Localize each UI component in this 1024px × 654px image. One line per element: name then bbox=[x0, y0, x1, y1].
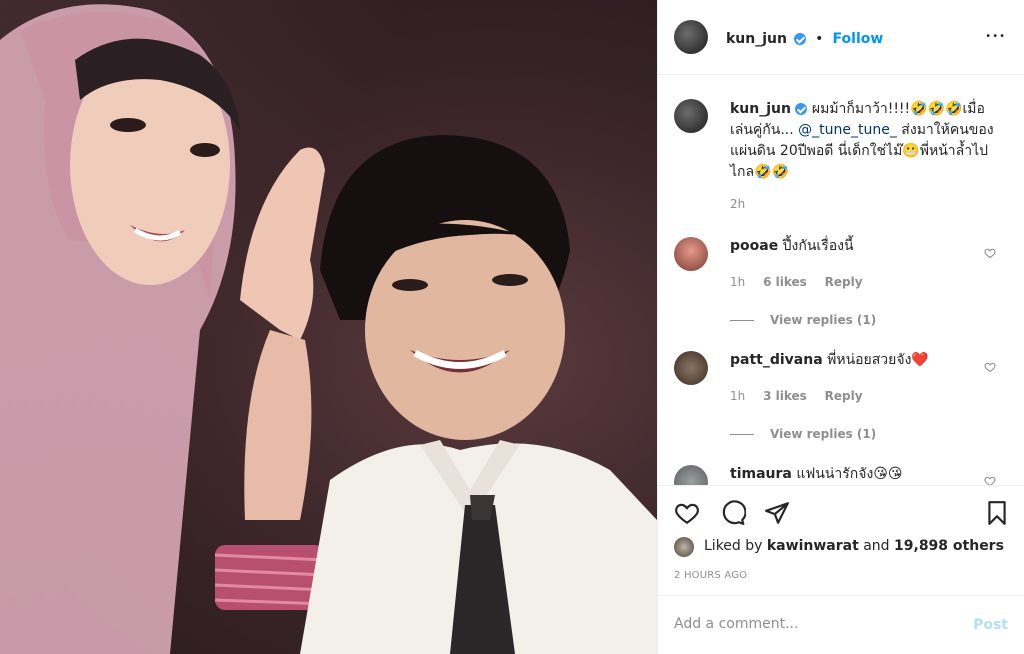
commenter-username[interactable]: timaura bbox=[730, 466, 792, 482]
caption-mention[interactable]: @_tune_tune_ bbox=[798, 122, 897, 138]
comment-likes[interactable]: 6 likes bbox=[763, 275, 807, 289]
comment-body: ปึ้งกันเรื่องนี้ bbox=[782, 238, 854, 254]
comment-body: แฟนน่ารักจัง😘😘 bbox=[796, 466, 903, 482]
post-photo[interactable] bbox=[0, 0, 657, 654]
comment-text: pooae ปึ้งกันเรื่องนี้ bbox=[730, 237, 854, 255]
liked-by-user[interactable]: kawinwarat bbox=[767, 538, 859, 554]
comment-body: พี่หน่อยสวยจัง❤️ bbox=[827, 352, 929, 368]
comment-input[interactable] bbox=[674, 616, 954, 632]
replies-divider bbox=[730, 434, 754, 435]
liked-by-prefix: Liked by bbox=[704, 538, 767, 554]
commenter-username[interactable]: patt_divana bbox=[730, 352, 823, 368]
comment-like-heart-icon[interactable] bbox=[984, 247, 996, 259]
view-replies-label: View replies (1) bbox=[770, 313, 877, 327]
author-line: kun_jun • Follow bbox=[726, 28, 883, 47]
comment-like-heart-icon[interactable] bbox=[984, 475, 996, 485]
add-comment-bar: Post bbox=[658, 595, 1024, 654]
more-options-icon[interactable]: ••• bbox=[985, 31, 1006, 42]
liked-by-count[interactable]: 19,898 others bbox=[894, 538, 1004, 554]
view-replies-label: View replies (1) bbox=[770, 427, 877, 441]
comment-time[interactable]: 1h bbox=[730, 389, 745, 403]
post-header: kun_jun • Follow ••• bbox=[658, 0, 1024, 75]
comment-meta: 1h 6 likes Reply bbox=[730, 275, 877, 289]
instagram-post-modal: kun_jun • Follow ••• kun_jun ผมม้าก็มาว้… bbox=[0, 0, 1024, 654]
reply-button[interactable]: Reply bbox=[825, 389, 863, 403]
replies-divider bbox=[730, 320, 754, 321]
verified-icon bbox=[795, 103, 808, 115]
verified-icon bbox=[794, 32, 807, 45]
view-replies-button[interactable]: View replies (1) bbox=[730, 313, 876, 327]
caption-avatar[interactable] bbox=[674, 99, 708, 133]
comments-list[interactable]: kun_jun ผมม้าก็มาว้า!!!!🤣🤣🤣เมื่อเล่นคู่ก… bbox=[658, 75, 1024, 485]
post-side-panel: kun_jun • Follow ••• kun_jun ผมม้าก็มาว้… bbox=[657, 0, 1024, 654]
comment-like-heart-icon[interactable] bbox=[984, 361, 996, 373]
post-actions: Liked by kawinwarat and 19,898 others 2 … bbox=[658, 485, 1024, 595]
post-timestamp[interactable]: 2 HOURS AGO bbox=[674, 570, 747, 581]
caption-text: kun_jun ผมม้าก็มาว้า!!!!🤣🤣🤣เมื่อเล่นคู่ก… bbox=[730, 99, 1000, 183]
commenter-avatar[interactable] bbox=[674, 351, 708, 385]
view-replies-button[interactable]: View replies (1) bbox=[730, 427, 876, 441]
liked-by-line: Liked by kawinwarat and 19,898 others bbox=[704, 538, 1004, 554]
post-comment-button[interactable]: Post bbox=[973, 617, 1008, 633]
share-icon[interactable] bbox=[764, 500, 790, 526]
comment-text: timaura แฟนน่ารักจัง😘😘 bbox=[730, 465, 902, 483]
comment-icon[interactable] bbox=[720, 500, 746, 526]
liked-by-and: and bbox=[858, 538, 895, 554]
comment-time[interactable]: 1h bbox=[730, 275, 745, 289]
photo-illustration bbox=[0, 4, 657, 654]
caption-time[interactable]: 2h bbox=[730, 197, 745, 211]
comment-meta: 1h 3 likes Reply bbox=[730, 389, 877, 403]
follow-button[interactable]: Follow bbox=[833, 31, 884, 47]
reply-button[interactable]: Reply bbox=[825, 275, 863, 289]
commenter-avatar[interactable] bbox=[674, 465, 708, 485]
commenter-username[interactable]: pooae bbox=[730, 238, 778, 254]
comment-likes[interactable]: 3 likes bbox=[763, 389, 807, 403]
caption-username[interactable]: kun_jun bbox=[730, 101, 791, 117]
bookmark-icon[interactable] bbox=[984, 500, 1010, 526]
liker-avatar[interactable] bbox=[674, 537, 694, 557]
heart-icon[interactable] bbox=[674, 500, 700, 526]
author-username[interactable]: kun_jun bbox=[726, 31, 787, 47]
dot-separator: • bbox=[815, 31, 824, 47]
comment-text: patt_divana พี่หน่อยสวยจัง❤️ bbox=[730, 351, 929, 369]
commenter-avatar[interactable] bbox=[674, 237, 708, 271]
author-avatar[interactable] bbox=[674, 20, 708, 54]
